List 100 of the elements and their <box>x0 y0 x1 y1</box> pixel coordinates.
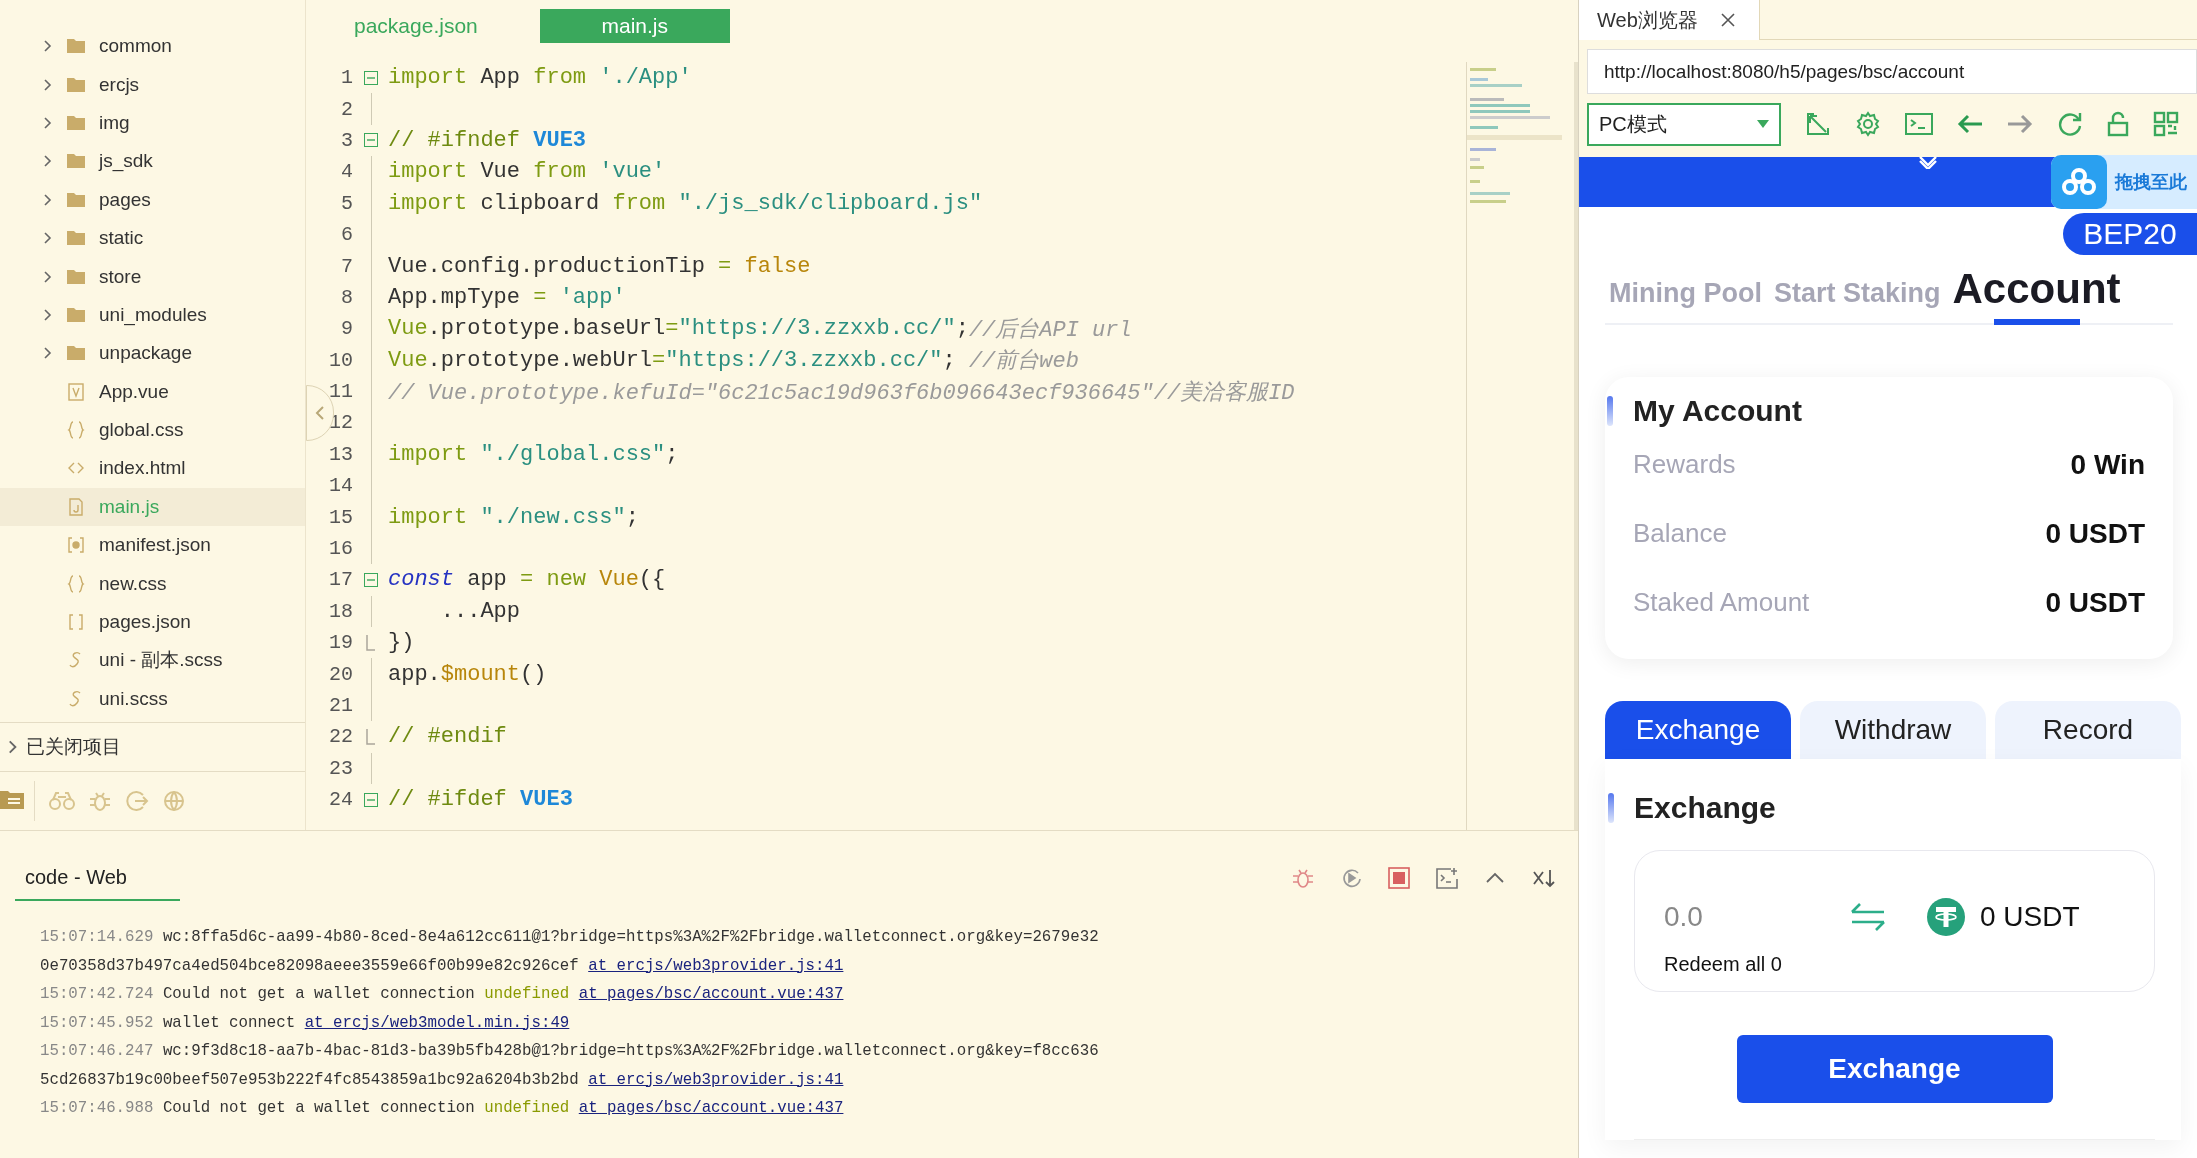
source-link[interactable]: at pages/bsc/account.vue:437 <box>578 1099 844 1117</box>
line-number: 23 <box>328 756 353 780</box>
code-token: './App' <box>598 65 692 91</box>
exchange-button[interactable]: Exchange <box>1736 1035 2053 1103</box>
field-label: Staked Amount <box>1633 587 1810 618</box>
field-label: Rewards <box>1633 449 1736 480</box>
fold-toggle-icon[interactable] <box>363 792 378 807</box>
back-arrow-icon[interactable] <box>1957 113 1983 135</box>
code-token: ; <box>955 316 969 342</box>
code-token: false <box>744 253 811 279</box>
file-tree-item[interactable]: uni.scss <box>0 679 305 719</box>
code-token: // Vue.prototype.kefuId="6c21c5ac19d963f6b096643ecf936645"//美洽客服ID <box>388 379 1295 407</box>
code-token: VUE3 <box>520 787 573 813</box>
file-tree-item[interactable]: ercjs <box>0 65 305 104</box>
file-name: new.css <box>99 572 167 595</box>
fold-toggle-icon[interactable] <box>363 70 378 85</box>
section-tab[interactable]: Exchange <box>1605 701 1791 759</box>
code-token: "./js_sdk/clipboard.js" <box>677 190 983 216</box>
accent-bar <box>1608 793 1614 823</box>
code-token: app <box>466 567 508 593</box>
field-value: 0 USDT <box>2045 517 2145 550</box>
drop-label: 拖拽至此 <box>2115 171 2187 194</box>
file-tree-item[interactable]: js_sdk <box>0 142 305 181</box>
source-link[interactable]: at pages/bsc/account.vue:437 <box>578 985 844 1003</box>
file-name: uni - 副本.scss <box>99 648 223 673</box>
file-tree-item[interactable]: index.html <box>0 449 305 488</box>
file-tree-item[interactable]: pages.json <box>0 602 305 642</box>
brackets-icon <box>66 612 86 633</box>
line-number: 17 <box>328 568 353 592</box>
caret-down-icon[interactable] <box>1918 157 1938 169</box>
file-name: uni.scss <box>99 687 168 710</box>
export-icon[interactable] <box>125 790 149 812</box>
code-token: VUE3 <box>533 127 587 153</box>
network-badge: BEP20 <box>2063 213 2197 255</box>
code-token: from <box>533 65 587 91</box>
code-token: ; <box>625 504 639 530</box>
file-tree-item[interactable]: global.css <box>0 410 305 450</box>
file-tree-item[interactable]: pages <box>0 180 305 219</box>
stop-icon[interactable] <box>1388 867 1410 889</box>
browser-tab[interactable]: Web浏览器 <box>1579 0 1759 40</box>
file-tree-item[interactable]: store <box>0 257 305 296</box>
globe-icon[interactable] <box>163 790 187 812</box>
file-tree-item[interactable]: uni - 副本.scss <box>0 641 305 680</box>
accent-bar <box>1607 396 1613 426</box>
bug-icon[interactable] <box>89 790 111 812</box>
code-token: Vue <box>388 316 428 342</box>
section-tab[interactable]: Withdraw <box>1800 701 1986 759</box>
file-tree-item[interactable]: unpackage <box>0 334 305 373</box>
file-name: main.js <box>99 495 160 518</box>
source-link[interactable]: at ercjs/web3provider.js:41 <box>588 1070 844 1089</box>
binoculars-icon[interactable] <box>49 791 75 811</box>
clear-icon[interactable] <box>1532 867 1556 889</box>
terminal-icon[interactable] <box>1905 112 1933 136</box>
line-number: 22 <box>328 725 353 749</box>
file-tree-item[interactable]: manifest.json <box>0 526 305 565</box>
file-tree-item[interactable]: uni_modules <box>0 295 305 335</box>
file-name: pages.json <box>99 611 191 634</box>
file-tree-item[interactable]: common <box>0 27 305 66</box>
file-tree-item[interactable]: new.css <box>0 564 305 603</box>
section-tab[interactable]: Record <box>1995 701 2181 759</box>
circles-icon <box>2061 167 2097 197</box>
braces-icon <box>66 573 86 594</box>
grid-icon[interactable] <box>2153 111 2179 137</box>
redeem-all-link[interactable]: Redeem all 0 <box>1664 953 2134 976</box>
log-entry: 15:07:45.952 wallet connect at ercjs/web3model.min.js:49 <box>40 1012 571 1034</box>
reload-icon[interactable] <box>2057 111 2083 137</box>
file-icon <box>66 381 86 402</box>
expand-icon[interactable] <box>1805 111 1831 137</box>
address-field[interactable]: http://localhost:8080/h5/pages/bsc/account <box>1587 49 2197 94</box>
bug-icon[interactable] <box>1292 867 1314 889</box>
replay-icon[interactable] <box>1340 867 1362 889</box>
section-label[interactable]: 已关闭项目 <box>26 734 121 760</box>
code-token: ; <box>665 441 679 467</box>
file-list-icon[interactable] <box>0 789 24 809</box>
mode-dropdown[interactable]: PC模式 <box>1587 102 1781 146</box>
code-token: = new <box>520 567 588 593</box>
fold-toggle-icon[interactable] <box>363 133 378 148</box>
file-tree-item[interactable]: img <box>0 103 305 143</box>
close-icon[interactable] <box>1719 12 1736 28</box>
source-link[interactable]: at ercjs/web3provider.js:41 <box>588 956 844 975</box>
code-token: //前台web <box>967 348 1079 376</box>
code-token: App <box>479 65 522 91</box>
terminal-icon[interactable] <box>1436 867 1458 889</box>
amount-field[interactable]: 0.0 <box>1664 901 1844 933</box>
source-link[interactable]: at ercjs/web3model.min.js:49 <box>304 1013 570 1032</box>
drop-target-widget[interactable]: 拖拽至此 <box>2051 155 2197 209</box>
fold-toggle-icon[interactable] <box>363 572 378 587</box>
section-title: My Account <box>1633 394 1802 428</box>
line-number: 12 <box>328 411 353 435</box>
section-title: Exchange <box>1634 791 1776 825</box>
settings-icon[interactable] <box>1855 111 1881 137</box>
console-tab[interactable]: code - Web <box>15 866 180 901</box>
field-label: Balance <box>1633 518 1727 549</box>
file-tree-item[interactable]: static <box>0 218 305 258</box>
line-number: 6 <box>340 223 353 247</box>
nav-tab[interactable]: Account <box>1952 265 2121 323</box>
code-token: }) <box>388 630 415 656</box>
forward-arrow-icon[interactable] <box>2007 113 2033 135</box>
file-tree-item[interactable]: App.vue <box>0 372 305 411</box>
unlock-icon[interactable] <box>2107 111 2129 137</box>
